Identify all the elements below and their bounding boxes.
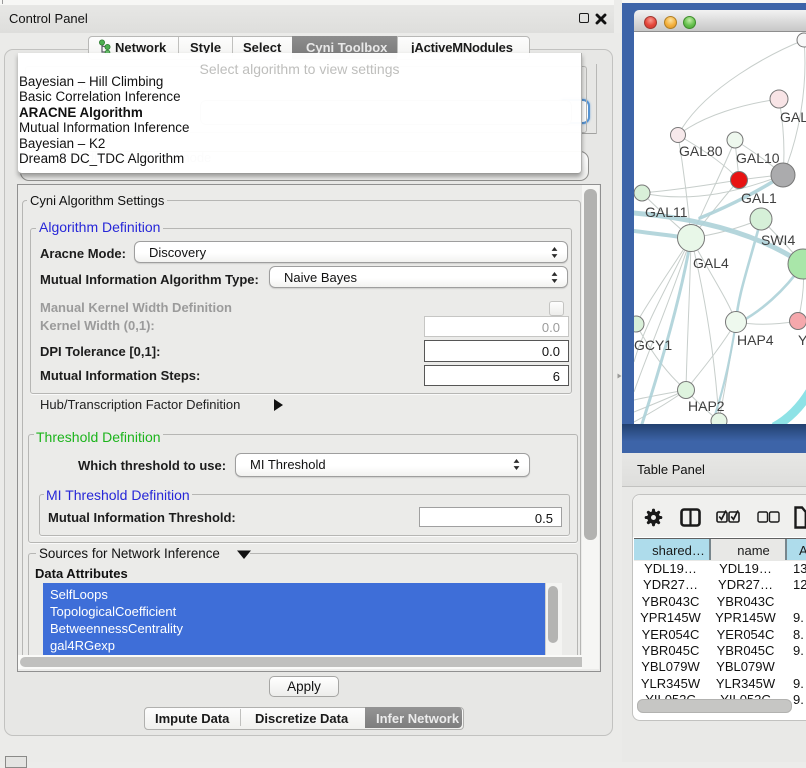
svg-text:GAL11: GAL11 bbox=[645, 204, 688, 220]
svg-text:YJ: YJ bbox=[798, 332, 806, 348]
svg-text:GAL4: GAL4 bbox=[693, 255, 729, 271]
svg-text:GCY1: GCY1 bbox=[634, 337, 672, 353]
svg-text:HAP4: HAP4 bbox=[737, 332, 774, 348]
svg-text:GAL10: GAL10 bbox=[736, 150, 780, 166]
svg-text:GAL80: GAL80 bbox=[679, 143, 723, 159]
svg-text:GAL2: GAL2 bbox=[780, 109, 806, 125]
svg-text:HAP2: HAP2 bbox=[688, 398, 725, 414]
svg-text:SWI4: SWI4 bbox=[761, 232, 795, 248]
svg-text:GAL1: GAL1 bbox=[741, 190, 777, 206]
